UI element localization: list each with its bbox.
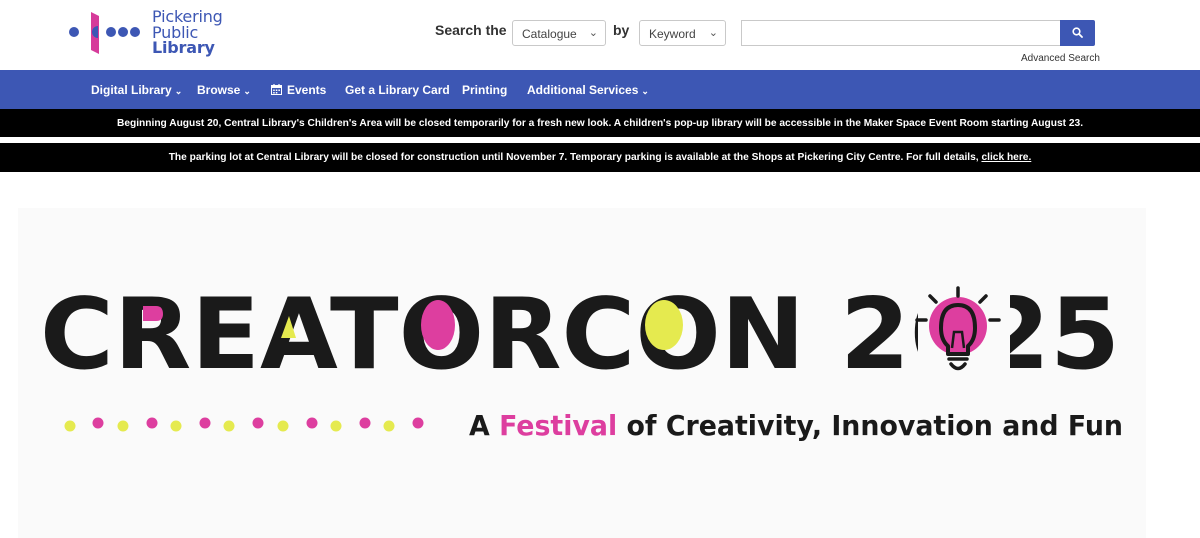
chevron-down-icon: ⌄ [641,86,649,96]
creatorcon-banner[interactable]: CREATORCON 2025 A Festival of Creativity… [18,208,1146,538]
logo-wordmark: Pickering Public Library [152,9,223,56]
chevron-down-icon: ⌄ [174,86,183,96]
nav-digital-library-label: Digital Library [91,83,172,97]
nav-browse-label: Browse [197,83,241,97]
logo-mark-icon [69,12,140,54]
search-icon [1072,27,1083,38]
alert-details-link[interactable]: click here. [981,152,1031,163]
banner-tagline: A Festival of Creativity, Innovation and… [469,409,1123,442]
search-button[interactable] [1060,20,1095,46]
advanced-search-link[interactable]: Advanced Search [1021,53,1100,64]
alert-text: The parking lot at Central Library will … [168,152,979,163]
search-type-value: Keyword [649,27,696,41]
nav-additional-services[interactable]: Additional Services ⌄ [527,83,649,97]
tagline-rest: of Creativity, Innovation and Fun [626,409,1123,442]
search-input[interactable] [741,20,1061,46]
main-navigation: Digital Library ⌄ Browse ⌄ Events Get a Li… [0,70,1200,109]
accent-r-shape [143,306,163,321]
search-type-select[interactable]: Keyword ⌄ [639,20,726,46]
search-scope-select[interactable]: Catalogue ⌄ [512,20,606,46]
tagline-festival: Festival [499,409,617,442]
alert-banner-children-area: Beginning August 20, Central Library's C… [0,109,1200,137]
nav-events-label: Events [287,83,327,97]
chevron-down-icon: ⌄ [243,86,251,96]
nav-browse[interactable]: Browse ⌄ [197,83,251,97]
accent-o-yellow [645,300,683,350]
tagline-a: A [469,409,490,442]
search-label: Search the [435,22,507,38]
nav-events[interactable]: Events [271,83,326,97]
alert-banner-parking: The parking lot at Central Library will … [0,143,1200,172]
nav-printing[interactable]: Printing [462,83,507,97]
search-scope-value: Catalogue [522,27,577,41]
nav-get-library-card[interactable]: Get a Library Card [345,83,450,97]
nav-digital-library[interactable]: Digital Library ⌄ [91,83,182,97]
logo-line-3: Library [152,38,215,57]
lightbulb-icon [915,278,1010,376]
alert-text: Beginning August 20, Central Library's C… [116,118,1084,129]
chevron-down-icon: ⌄ [588,27,598,39]
creatorcon-graphic: CREATORCON 2025 A Festival of Creativity… [40,278,1123,442]
dot-row [64,417,424,432]
chevron-down-icon: ⌄ [708,27,718,39]
nav-printing-label: Printing [462,83,508,97]
accent-o-magenta [421,300,455,350]
nav-additional-services-label: Additional Services [527,83,639,97]
by-label: by [613,22,630,38]
library-logo[interactable]: Pickering Public Library [66,8,236,60]
nav-get-library-card-label: Get a Library Card [345,83,450,97]
calendar-icon [271,84,282,95]
